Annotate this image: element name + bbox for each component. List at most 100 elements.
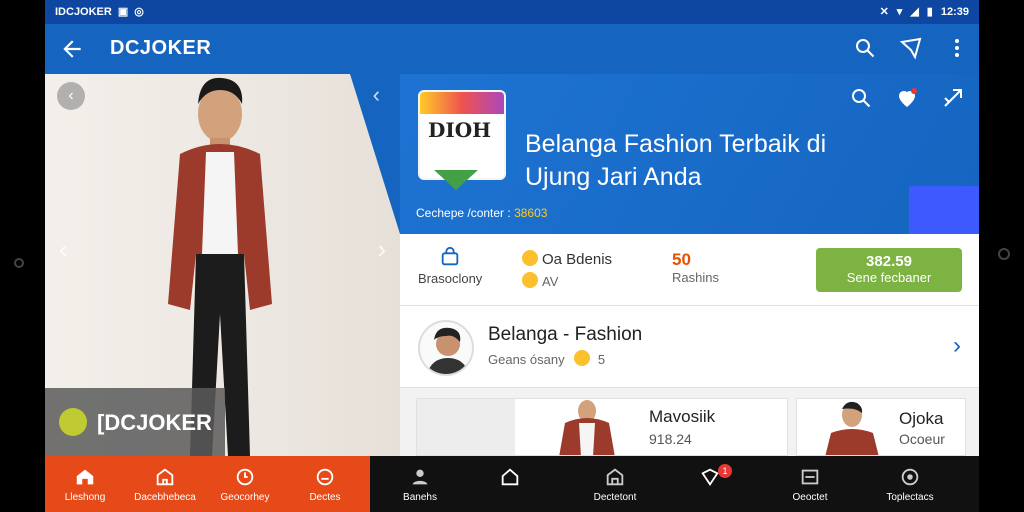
bottom-nav-item[interactable]: Oeoctet — [770, 456, 850, 512]
signal-icon: ◢ — [910, 6, 919, 18]
app-screen: IDCJOKER ▣ ◎ ✕ ▾ ◢ ▮ 12:39 DCJOKER ‹ ‹ ›… — [45, 0, 979, 512]
shop-name: Belanga - Fashion — [488, 324, 643, 345]
banner-note: Cechepe /conter : 38603 — [416, 206, 547, 220]
bottom-nav-item[interactable]: Lleshong — [45, 456, 125, 512]
bottom-navigation: Lleshong Dacebhebeca Geocorhey Dectes Banehs… — [45, 456, 979, 512]
cta-price: 382.59 — [866, 253, 912, 270]
sensor-dot — [998, 248, 1010, 260]
status-time: 12:39 — [940, 5, 969, 18]
carousel-prev-icon[interactable]: ‹ — [59, 234, 68, 265]
bottom-nav-item[interactable]: Dectetont — [575, 456, 655, 512]
product-card[interactable]: Mavosiik 918.24 — [416, 398, 788, 456]
banner-note-value: 38603 — [514, 206, 548, 220]
product-name: Mavosiik — [649, 407, 716, 426]
stat-count-label: Rashins — [672, 270, 719, 285]
shop-subtitle-text: Geans ósany — [488, 352, 565, 367]
notification-icon: ▣ — [117, 6, 129, 18]
hero-back-button[interactable]: ‹ — [57, 82, 85, 110]
bottom-nav-label: Oeoctet — [792, 492, 828, 503]
hero-product-image[interactable]: ‹ ‹ › ‹ [DCJOKER — [45, 74, 400, 456]
bottom-nav-item[interactable]: Dacebhebeca — [125, 456, 205, 512]
stat-count: 50 Rashins — [672, 250, 719, 285]
store-banner: DIOH Belanga Fashion Terbaik di Ujung Ja… — [400, 74, 979, 234]
carousel-next-icon[interactable]: › — [377, 234, 386, 265]
logo-color-band — [420, 92, 504, 114]
banner-note-label: Cechepe /conter : — [416, 206, 511, 220]
brand-label: [DCJOKER — [97, 410, 212, 435]
tagline-line-1: Belanga Fashion Terbaik di — [525, 130, 827, 158]
stat-bag-label: Brasoclony — [418, 271, 483, 286]
store-icon — [156, 468, 174, 486]
chevron-right-icon[interactable]: › — [953, 332, 961, 360]
product-strip: Mavosiik 918.24 Ojoka Ocoeur — [400, 388, 979, 456]
gauge-icon — [316, 468, 334, 486]
stat-bag[interactable]: Brasoclony — [418, 246, 482, 286]
shop-icon — [606, 468, 624, 486]
bottom-nav-label: Dacebhebeca — [134, 492, 196, 503]
stat-rating-title: Oa Bdenis — [542, 251, 613, 268]
store-logo-text: DIOH — [428, 118, 492, 142]
wifi-icon: ▾ — [896, 6, 903, 18]
bottom-nav-label: Toplectacs — [886, 492, 934, 503]
stat-count-value: 50 — [672, 250, 691, 269]
brand-strip: [DCJOKER — [45, 388, 225, 456]
product-jacket-image — [559, 400, 615, 455]
banner-search-icon[interactable] — [849, 86, 873, 110]
product-model-image — [825, 401, 879, 455]
app-title: DCJOKER — [110, 37, 212, 59]
tagline-line-2: Ujung Jari Anda — [525, 163, 702, 191]
cta-label: Sene fecbaner — [846, 270, 932, 285]
share-icon[interactable] — [899, 36, 923, 60]
home-icon — [76, 469, 94, 485]
more-icon[interactable] — [945, 36, 969, 60]
clock-icon — [236, 468, 254, 486]
product-thumb-placeholder — [417, 399, 515, 455]
sync-icon: ◎ — [134, 6, 144, 18]
status-app-name: IDCJOKER — [55, 5, 112, 18]
bag-icon — [441, 246, 459, 266]
store-logo[interactable]: DIOH — [418, 90, 506, 180]
photo-icon — [801, 469, 819, 485]
product-card[interactable]: Ojoka Ocoeur — [796, 398, 966, 456]
bottom-nav-label: Lleshong — [64, 492, 106, 503]
search-icon[interactable] — [853, 36, 877, 60]
bottom-nav-item[interactable]: Banehs — [380, 456, 460, 512]
stat-rating: Oa Bdenis AV — [522, 250, 612, 289]
shop-avatar-image — [427, 327, 469, 374]
logo-pointer — [434, 170, 478, 190]
favorite-icon[interactable] — [895, 86, 919, 110]
collapse-chevron-icon[interactable]: ‹ — [373, 82, 380, 108]
shop-rating: 5 — [597, 352, 606, 367]
shop-row[interactable]: Belanga - Fashion Geans ósany 5 › — [400, 306, 979, 388]
stat-rating-sub: AV — [542, 274, 559, 289]
store-stats: Brasoclony Oa Bdenis AV 50 Rashins 382.5… — [400, 234, 979, 306]
bottom-nav-item[interactable]: 1 — [670, 456, 750, 512]
bottom-nav-item[interactable]: Toplectacs — [870, 456, 950, 512]
home-outline-icon — [501, 468, 519, 486]
camera-dot — [14, 258, 24, 268]
banner-decoration — [909, 186, 979, 234]
rating-smiley-icon — [574, 350, 591, 366]
bottom-nav-item[interactable]: Dectes — [285, 456, 365, 512]
mute-icon: ✕ — [879, 6, 889, 18]
status-bar: IDCJOKER ▣ ◎ ✕ ▾ ◢ ▮ 12:39 — [45, 0, 979, 24]
product-price: Ocoeur — [899, 431, 945, 447]
back-arrow-icon[interactable] — [59, 36, 85, 62]
cta-button[interactable]: 382.59 Sene fecbaner — [816, 248, 962, 292]
bottom-nav-item[interactable] — [470, 456, 550, 512]
smiley-icon — [522, 250, 538, 266]
smiley-icon-2 — [522, 272, 538, 288]
share-arrow-icon[interactable] — [941, 86, 965, 110]
target-icon — [901, 468, 919, 486]
battery-icon: ▮ — [926, 6, 933, 18]
brand-logo-icon — [59, 408, 87, 436]
bottom-nav-item[interactable]: Geocorhey — [205, 456, 285, 512]
shop-subtitle: Geans ósany 5 — [488, 350, 605, 367]
notification-badge: 1 — [718, 464, 732, 478]
bottom-nav-label: Banehs — [403, 492, 437, 503]
bottom-nav-label: Dectes — [309, 492, 341, 503]
bottom-nav-label: Geocorhey — [220, 492, 270, 503]
bottom-nav-label: Dectetont — [593, 492, 637, 503]
tablet-frame: IDCJOKER ▣ ◎ ✕ ▾ ◢ ▮ 12:39 DCJOKER ‹ ‹ ›… — [0, 0, 1024, 512]
person-icon — [412, 469, 428, 485]
